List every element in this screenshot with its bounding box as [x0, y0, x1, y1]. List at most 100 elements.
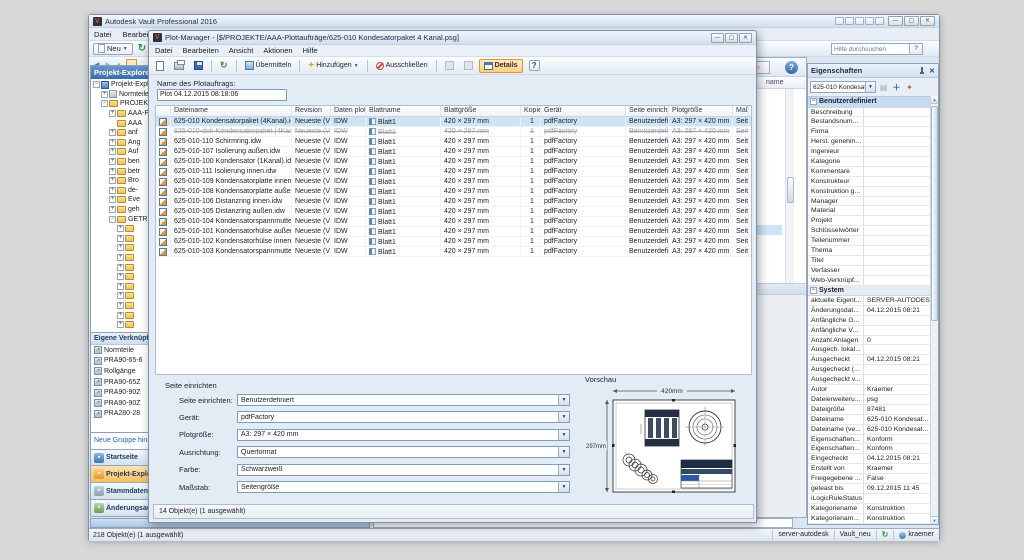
close-button[interactable]: ✕ [920, 16, 935, 26]
scroll-up-icon[interactable]: ▲ [931, 96, 938, 104]
properties-scrollbar[interactable]: ▲ ▼ [930, 96, 938, 524]
column-header[interactable]: Seite einrichten [626, 106, 669, 116]
help-icon[interactable]: ? [785, 61, 798, 74]
property-row[interactable]: Anfängliche G... [808, 316, 930, 326]
column-header[interactable]: Blattgröße [441, 106, 521, 116]
disabled-tool-button[interactable] [460, 59, 477, 73]
main-titlebar[interactable]: Autodesk Vault Professional 2016 — ▢ ✕ [89, 15, 939, 28]
tree-node[interactable]: +Auf [91, 147, 151, 157]
print-button[interactable] [170, 59, 188, 73]
expand-icon[interactable]: + [109, 158, 116, 165]
expand-icon[interactable]: + [109, 168, 116, 175]
expand-icon[interactable]: + [117, 302, 124, 309]
tree-node[interactable]: + [91, 243, 151, 253]
column-header[interactable] [156, 106, 171, 116]
tree-node[interactable]: +Ang [91, 138, 151, 148]
property-row[interactable]: Projekt [808, 216, 930, 226]
property-row[interactable]: Eigenschaften...Konform [808, 435, 930, 445]
dropdown-gerät-[interactable]: pdfFactory▼ [237, 411, 570, 423]
table-row[interactable]: 625-010-108 Kondensatorplatte außen.i...… [156, 187, 751, 197]
property-section-header[interactable]: −Benutzerdefiniert [808, 97, 930, 108]
property-row[interactable]: Freigegebene ...False [808, 474, 930, 484]
grid-view-icon[interactable]: ▤ [878, 82, 889, 93]
property-row[interactable]: Anfängliche V... [808, 326, 930, 336]
expand-icon[interactable]: + [117, 273, 124, 280]
tree-node[interactable]: + [91, 310, 151, 320]
expand-icon[interactable]: + [117, 235, 124, 242]
property-row[interactable]: Firma [808, 127, 930, 137]
property-row[interactable]: iLogicRuleStatus [808, 494, 930, 504]
tree-node[interactable]: + [91, 320, 151, 330]
property-row[interactable]: AutorKraemer [808, 385, 930, 395]
shortcut-item[interactable]: PRA90-65-6 [91, 356, 151, 367]
close-button[interactable]: ✕ [739, 33, 752, 43]
property-row[interactable]: Kommentare [808, 167, 930, 177]
expand-icon[interactable]: + [117, 292, 124, 299]
help-button[interactable]: ? [525, 59, 544, 73]
table-row[interactable]: 625-010-106 Distanzring innen.idwNeueste… [156, 197, 751, 207]
scrollbar-thumb[interactable] [787, 177, 794, 203]
dropdown-farbe-[interactable]: Schwarzweiß▼ [237, 464, 570, 476]
property-row[interactable]: Konstrukteur [808, 177, 930, 187]
tree-node[interactable]: + [91, 253, 151, 263]
file-selector-dropdown[interactable]: 625-010 Kondesatorp...▼ [810, 81, 876, 93]
table-row[interactable]: 625-010-100 Kondensator (1Kanal).idwNeue… [156, 157, 751, 167]
column-header[interactable]: Gerät [541, 106, 626, 116]
tree-node[interactable]: −PROJEKTE [91, 99, 151, 109]
table-row[interactable]: 625-010-105 Distanzring außen.idwNeueste… [156, 207, 751, 217]
quick-tool-button[interactable] [845, 17, 854, 25]
dialog-titlebar[interactable]: Plot-Manager - [$/PROJEKTE/AAA-Plottauft… [149, 31, 756, 45]
property-row[interactable]: Dateigröße87481 [808, 405, 930, 415]
expand-icon[interactable]: + [117, 225, 124, 232]
tree-node[interactable]: +betr [91, 166, 151, 176]
collapse-icon[interactable]: − [810, 98, 817, 105]
tree-node[interactable]: −Projekt-Explorer [91, 80, 151, 90]
scroll-down-icon[interactable]: ▼ [931, 516, 938, 524]
tree-node[interactable]: +AAA-Plottaufträge [91, 109, 151, 119]
property-row[interactable]: Titel [808, 256, 930, 266]
property-row[interactable]: Anzahl Anlagen0 [808, 336, 930, 346]
property-row[interactable]: Teilenummer [808, 236, 930, 246]
quick-tool-button[interactable] [875, 17, 884, 25]
scrollbar-thumb[interactable] [931, 106, 938, 321]
tree-node[interactable]: +anf [91, 128, 151, 138]
expand-icon[interactable]: + [109, 187, 116, 194]
nav-button-stammdaten[interactable]: ▪Stammdaten [90, 483, 152, 500]
dropdown-plotgröße-[interactable]: A3: 297 × 420 mm▼ [237, 429, 570, 441]
add-group-link[interactable]: Neue Gruppe hinzufügen [90, 433, 152, 449]
property-row[interactable]: Beschreibung [808, 108, 930, 118]
property-row[interactable]: Erstellt vonKraemer [808, 464, 930, 474]
nav-button-startseite[interactable]: ▪Startseite [90, 449, 152, 466]
expand-icon[interactable]: + [109, 148, 116, 155]
dialog-menu-ansicht[interactable]: Ansicht [229, 46, 254, 55]
collapse-icon[interactable]: − [109, 216, 116, 223]
table-row[interactable]: 625-010-109 Kondensatorplatte innen.i...… [156, 177, 751, 187]
property-section-header[interactable]: −System [808, 286, 930, 297]
expand-icon[interactable]: + [117, 254, 124, 261]
tree-node[interactable]: +Bro [91, 176, 151, 186]
expand-icon[interactable]: + [117, 321, 124, 328]
expand-icon[interactable]: + [101, 91, 108, 98]
shortcut-item[interactable]: PRA90-65Z [91, 377, 151, 388]
property-row[interactable]: Herst. genehm... [808, 137, 930, 147]
column-header[interactable]: Daten plot... [331, 106, 366, 116]
property-row[interactable]: aktuelle Eigent...SERVER-AUTODES... [808, 296, 930, 306]
expand-icon[interactable]: + [117, 264, 124, 271]
maximize-button[interactable]: ▢ [725, 33, 738, 43]
property-row[interactable]: Thema [808, 246, 930, 256]
tree-node[interactable]: AAA [91, 118, 151, 128]
property-row[interactable]: Material [808, 206, 930, 216]
tree-node[interactable]: +geh [91, 205, 151, 215]
table-row[interactable]: 625-010-102 Kondensatorhülse innen.idwNe… [156, 237, 751, 247]
column-header[interactable]: Kopien [521, 106, 541, 116]
expand-icon[interactable]: + [117, 244, 124, 251]
property-row[interactable]: Ausgecheckt (... [808, 365, 930, 375]
maximize-button[interactable]: ▢ [904, 16, 919, 26]
tree-node[interactable]: + [91, 301, 151, 311]
column-header[interactable]: Maßstab [733, 106, 749, 116]
details-toggle-button[interactable]: Details [479, 59, 523, 73]
close-panel-icon[interactable]: ✕ [929, 67, 935, 75]
property-row[interactable]: Ingenieur [808, 147, 930, 157]
property-row[interactable]: Dateierweiteru...psg [808, 395, 930, 405]
expand-icon[interactable]: + [109, 139, 116, 146]
